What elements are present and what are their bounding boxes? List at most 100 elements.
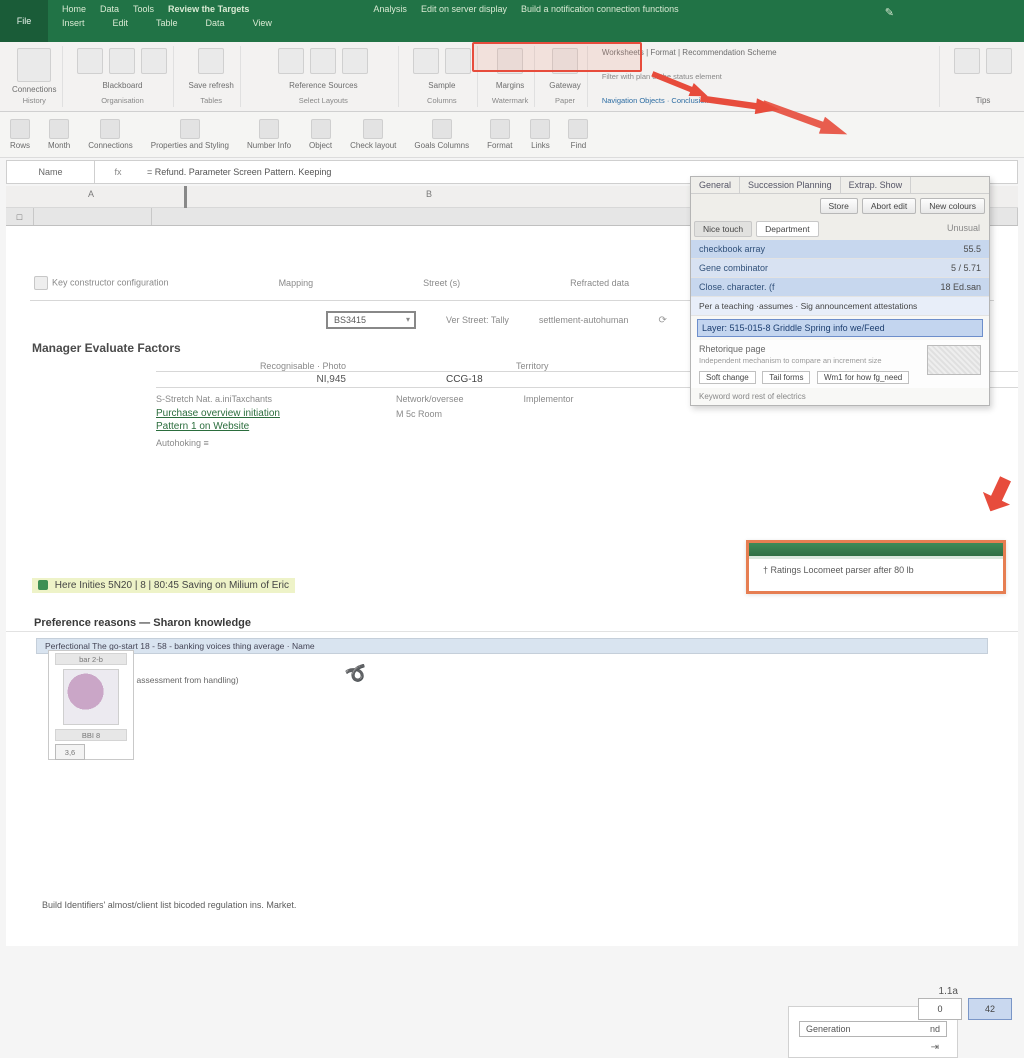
refresh-icon[interactable]: ⟳ — [658, 315, 666, 326]
blue-input-band[interactable]: Perfectional The go-start 18 - 58 - bank… — [36, 638, 988, 654]
properties-icon — [180, 119, 200, 139]
dialog-newcolours-button[interactable]: New colours — [920, 198, 985, 214]
tb-label: Object — [309, 141, 332, 150]
r1-l: S-Stretch Nat. a.iniTaxchants — [156, 394, 336, 404]
select-all-cell[interactable]: □ — [6, 208, 34, 225]
tb-connections[interactable]: Connections — [84, 117, 136, 152]
dialog-row[interactable]: checkbook array55.5 — [691, 240, 989, 259]
chip-tailforms[interactable]: Tail forms — [762, 371, 810, 384]
tb-numberinfo[interactable]: Number Info — [243, 117, 295, 152]
name-box[interactable]: Name — [7, 161, 95, 183]
field-input-selected[interactable]: BS3415 — [326, 311, 416, 329]
tb-month[interactable]: Month — [44, 117, 74, 152]
ribbon-icon[interactable] — [413, 48, 439, 74]
ribbon-group-reference: Reference Sources Select Layouts — [249, 46, 399, 107]
callout-text: † Ratings Locomeet parser after 80 lb — [749, 559, 1003, 581]
ribbon-icon[interactable] — [141, 48, 167, 74]
ribbon-group-sample: Sample Columns — [407, 46, 478, 107]
pager-next[interactable]: 42 — [968, 998, 1012, 1020]
tb-links[interactable]: Links — [526, 117, 554, 152]
tb-label: Connections — [88, 141, 132, 150]
ribbon-icon[interactable] — [198, 48, 224, 74]
arrow-down-icon: ⇣ — [6, 654, 1018, 669]
file-tab[interactable]: File — [0, 0, 48, 42]
ribbon-label: Save refresh — [188, 81, 233, 90]
tab-edit[interactable]: Edit — [113, 18, 129, 28]
tb-label: Month — [48, 141, 70, 150]
ribbon-icon[interactable] — [986, 48, 1012, 74]
menu-home[interactable]: Home — [62, 4, 86, 14]
ribbon-group-blackboard: Blackboard Organisation — [71, 46, 174, 107]
menu-data[interactable]: Data — [100, 4, 119, 14]
dialog-tab-general[interactable]: General — [691, 177, 740, 193]
chip-softchange[interactable]: Soft change — [699, 371, 756, 384]
ribbon-icon[interactable] — [278, 48, 304, 74]
ribbon-sublabel: Paper — [555, 96, 575, 105]
dialog-note: Per a teaching ·assumes · Sig announceme… — [691, 297, 989, 316]
tab-table[interactable]: Table — [156, 18, 178, 28]
menu-build[interactable]: Build a notification connection function… — [521, 4, 679, 14]
dialog-tabs: General Succession Planning Extrap. Show — [691, 177, 989, 194]
formula-input[interactable] — [141, 161, 611, 183]
dialog-highlight[interactable]: Layer: 515-015-8 Griddle Spring info we/… — [697, 319, 983, 337]
tb-label: Find — [571, 141, 587, 150]
ribbon-icon[interactable] — [17, 48, 51, 82]
dialog-abort-button[interactable]: Abort edit — [862, 198, 916, 214]
menu-server[interactable]: Edit on server display — [421, 4, 507, 14]
calendar-icon — [49, 119, 69, 139]
tb-goals[interactable]: Goals Columns — [410, 117, 473, 152]
dialog-store-button[interactable]: Store — [820, 198, 858, 214]
tb-format[interactable]: Format — [483, 117, 516, 152]
ribbon-icon[interactable] — [77, 48, 103, 74]
ruler-cursor[interactable] — [184, 186, 187, 208]
object-icon — [311, 119, 331, 139]
field-option: settlement-autohuman — [539, 315, 629, 325]
menu-tools[interactable]: Tools — [133, 4, 154, 14]
pen-icon[interactable]: ✎ — [885, 6, 894, 19]
ribbon-label: Margins — [496, 81, 524, 90]
menu-analysis[interactable]: Analysis — [373, 4, 407, 14]
link-purchase[interactable]: Purchase overview initiation — [156, 408, 336, 419]
ribbon-icon[interactable] — [310, 48, 336, 74]
titlebar: File Home Data Tools Review the Targets … — [0, 0, 1024, 42]
subtab-nice[interactable]: Nice touch — [694, 221, 752, 237]
subtab-department[interactable]: Department — [756, 221, 818, 237]
col-header[interactable] — [34, 208, 152, 225]
section2-title: Preference reasons — Sharon knowledge — [6, 611, 1018, 632]
fx-icon[interactable]: fx — [95, 167, 141, 177]
dialog-tab-extrap[interactable]: Extrap. Show — [841, 177, 912, 193]
ribbon-icon[interactable] — [109, 48, 135, 74]
tb-properties[interactable]: Properties and Styling — [147, 117, 233, 152]
dialog-tab-succession[interactable]: Succession Planning — [740, 177, 841, 193]
ribbon-icon[interactable] — [445, 48, 471, 74]
tb-label: Links — [531, 141, 550, 150]
search-combo[interactable]: Generation nd — [799, 1021, 947, 1037]
tb-rows[interactable]: Rows — [6, 117, 34, 152]
ribbon-label: Reference Sources — [289, 81, 357, 90]
tab-insert[interactable]: Insert — [62, 18, 85, 28]
status-dot-icon — [38, 580, 48, 590]
ribbon-group-save: Save refresh Tables — [182, 46, 240, 107]
ribbon-extra: Navigation Objects · Conclusion — [602, 96, 709, 105]
layout-icon — [363, 119, 383, 139]
dialog-row[interactable]: Gene combinator5 / 5.71 — [691, 259, 989, 278]
tab-view[interactable]: View — [253, 18, 272, 28]
r1-r: Implementor — [524, 394, 574, 404]
pager-prev[interactable]: 0 — [918, 998, 962, 1020]
crumb-left: Key constructor configuration — [34, 276, 169, 290]
link-pattern[interactable]: Pattern 1 on Website — [156, 421, 249, 432]
thumb-top: bar 2-b — [55, 653, 127, 665]
dialog-row[interactable]: Close. character. (f18 Ed.san — [691, 278, 989, 297]
ribbon-icon[interactable] — [342, 48, 368, 74]
ribbon-icon[interactable] — [954, 48, 980, 74]
chip-wm1[interactable]: Wm1 for how fg_need — [817, 371, 909, 384]
menu-review[interactable]: Review the Targets — [168, 4, 249, 14]
ribbon-label: Blackboard — [102, 81, 142, 90]
tab-data[interactable]: Data — [206, 18, 225, 28]
ribbon-sublabel: Select Layouts — [299, 96, 348, 105]
tb-checklayout[interactable]: Check layout — [346, 117, 400, 152]
tb-object[interactable]: Object — [305, 117, 336, 152]
tb-label: Rows — [10, 141, 30, 150]
ribbon-sublabel: Columns — [427, 96, 457, 105]
tb-find[interactable]: Find — [564, 117, 592, 152]
